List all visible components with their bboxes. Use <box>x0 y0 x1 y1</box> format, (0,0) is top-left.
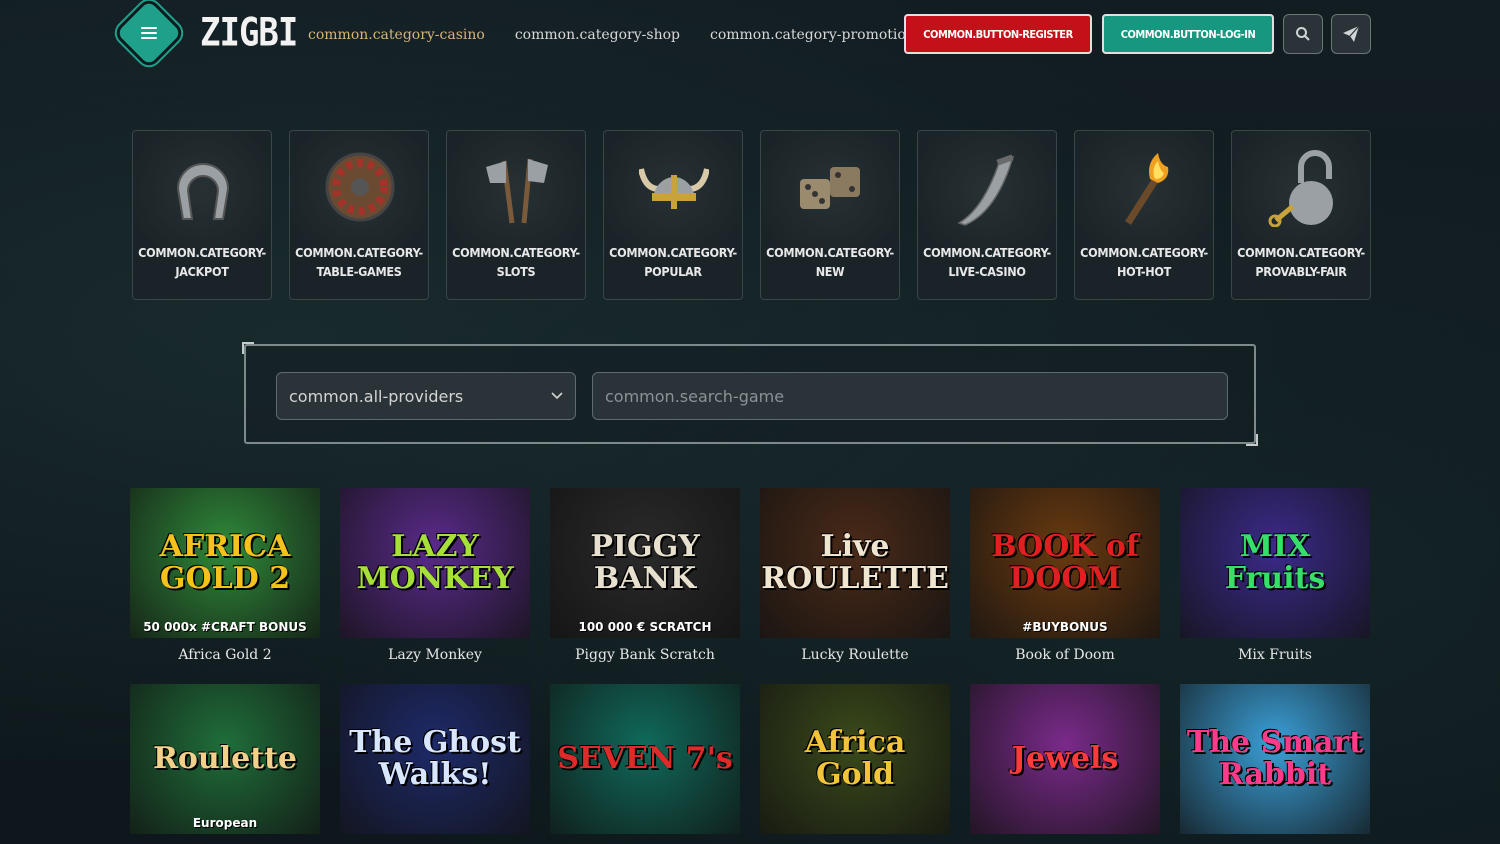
register-button[interactable]: COMMON.BUTTON-REGISTER <box>904 14 1092 54</box>
game-name[interactable]: Africa Gold 2 <box>130 647 320 663</box>
game-thumbnail[interactable]: LAZY MONKEY <box>340 488 530 638</box>
padlock-icon <box>1268 150 1333 227</box>
search-icon <box>1296 27 1310 41</box>
category-label: COMMON.CATEGORY-JACKPOT <box>138 245 266 279</box>
game-filter-panel: common.all-providers <box>242 342 1258 446</box>
provider-select-value: common.all-providers <box>289 386 464 406</box>
game-name[interactable]: Mix Fruits <box>1180 647 1370 663</box>
category-label: COMMON.CATEGORY-HOT-HOT <box>1080 245 1208 279</box>
game-tile[interactable]: Africa Gold <box>760 684 950 844</box>
game-tile[interactable]: PIGGY BANK 100 000 € SCRATCH Piggy Bank Sc… <box>550 488 740 684</box>
paper-plane-icon <box>1343 25 1360 42</box>
category-label: COMMON.CATEGORY-LIVE-CASINO <box>923 245 1051 279</box>
game-art-title: SEVEN 7's <box>557 741 733 776</box>
game-tile[interactable]: BOOK of DOOM #BUYBONUS Book of Doom <box>970 488 1160 684</box>
category-label: COMMON.CATEGORY-SLOTS <box>452 245 580 279</box>
game-grid: AFRICA GOLD 2 50 000x #CRAFT BONUS Africa … <box>130 488 1370 844</box>
chevron-down-icon <box>551 392 563 400</box>
game-thumbnail[interactable]: SEVEN 7's <box>550 684 740 834</box>
horseshoe-icon <box>176 163 230 220</box>
category-label: COMMON.CATEGORY-NEW <box>766 245 894 279</box>
category-list: COMMON.CATEGORY-JACKPOT COMMON.CATEGORY-… <box>132 130 1371 300</box>
game-thumbnail[interactable]: Live ROULETTE <box>760 488 950 638</box>
game-thumbnail[interactable]: The Ghost Walks! <box>340 684 530 834</box>
game-art-title: Jewels <box>1011 741 1119 776</box>
game-art-title: BOOK of DOOM <box>991 529 1139 596</box>
game-tile[interactable]: The Ghost Walks! <box>340 684 530 844</box>
nav-shop[interactable]: common.category-shop <box>515 27 680 43</box>
category-hot-hot[interactable]: COMMON.CATEGORY-HOT-HOT <box>1074 130 1214 300</box>
search-button[interactable] <box>1283 14 1323 54</box>
category-jackpot[interactable]: COMMON.CATEGORY-JACKPOT <box>132 130 272 300</box>
game-tile[interactable]: Live ROULETTE Lucky Roulette <box>760 488 950 684</box>
nav-promotions[interactable]: common.category-promotions <box>710 27 922 43</box>
game-art-subtitle: #BUYBONUS <box>1022 620 1108 634</box>
logo: ZIGBI <box>200 10 298 56</box>
provider-select[interactable]: common.all-providers <box>276 372 576 420</box>
category-table-games[interactable]: COMMON.CATEGORY-TABLE-GAMES <box>289 130 429 300</box>
category-provably-fair[interactable]: COMMON.CATEGORY-PROVABLY-FAIR <box>1231 130 1371 300</box>
game-tile[interactable]: AFRICA GOLD 2 50 000x #CRAFT BONUS Africa … <box>130 488 320 684</box>
dice-icon <box>800 167 860 209</box>
game-name[interactable]: Lazy Monkey <box>340 647 530 663</box>
category-label: COMMON.CATEGORY-POPULAR <box>609 245 737 279</box>
shield-icon <box>325 152 395 222</box>
viking-helmet-icon <box>639 168 709 209</box>
game-art-title: The Ghost Walks! <box>349 725 521 792</box>
game-thumbnail[interactable]: The Smart Rabbit <box>1180 684 1370 834</box>
game-thumbnail[interactable]: AFRICA GOLD 2 50 000x #CRAFT BONUS <box>130 488 320 638</box>
main-nav: common.category-casino common.category-s… <box>308 27 922 43</box>
game-art-title: The Smart Rabbit <box>1186 725 1364 792</box>
game-art-title: Live ROULETTE <box>761 529 949 596</box>
game-art-title: MIX Fruits <box>1224 529 1326 596</box>
top-bar: ZIGBI common.category-casino common.cate… <box>0 0 1500 68</box>
game-tile[interactable]: SEVEN 7's <box>550 684 740 844</box>
game-thumbnail[interactable]: Jewels <box>970 684 1160 834</box>
horn-icon <box>957 154 1015 226</box>
game-art-subtitle: European <box>192 816 258 830</box>
game-art-title: Roulette <box>152 741 298 776</box>
game-thumbnail[interactable]: BOOK of DOOM #BUYBONUS <box>970 488 1160 638</box>
game-thumbnail[interactable]: PIGGY BANK 100 000 € SCRATCH <box>550 488 740 638</box>
game-art-subtitle: 100 000 € SCRATCH <box>578 620 712 634</box>
game-name[interactable]: Piggy Bank Scratch <box>550 647 740 663</box>
game-tile[interactable]: MIX Fruits Mix Fruits <box>1180 488 1370 684</box>
category-slots[interactable]: COMMON.CATEGORY-SLOTS <box>446 130 586 300</box>
game-art-title: PIGGY BANK <box>590 529 700 596</box>
game-tile[interactable]: LAZY MONKEY Lazy Monkey <box>340 488 530 684</box>
category-label: COMMON.CATEGORY-TABLE-GAMES <box>295 245 423 279</box>
category-label: COMMON.CATEGORY-PROVABLY-FAIR <box>1237 245 1365 279</box>
category-new[interactable]: COMMON.CATEGORY-NEW <box>760 130 900 300</box>
login-button[interactable]: COMMON.BUTTON-LOG-IN <box>1102 14 1274 54</box>
nav-casino[interactable]: common.category-casino <box>308 27 485 43</box>
category-popular[interactable]: COMMON.CATEGORY-POPULAR <box>603 130 743 300</box>
search-game-input[interactable] <box>592 372 1228 420</box>
axes-icon <box>486 158 548 224</box>
game-art-title: Africa Gold <box>804 725 906 792</box>
game-tile[interactable]: Roulette European <box>130 684 320 844</box>
game-thumbnail[interactable]: MIX Fruits <box>1180 488 1370 638</box>
game-thumbnail[interactable]: Africa Gold <box>760 684 950 834</box>
game-tile[interactable]: The Smart Rabbit <box>1180 684 1370 844</box>
game-thumbnail[interactable]: Roulette European <box>130 684 320 834</box>
telegram-button[interactable] <box>1331 14 1371 54</box>
game-name[interactable]: Lucky Roulette <box>760 647 950 663</box>
game-tile[interactable]: Jewels <box>970 684 1160 844</box>
game-art-title: LAZY MONKEY <box>356 529 514 596</box>
game-art-title: AFRICA GOLD 2 <box>159 529 291 596</box>
category-live-casino[interactable]: COMMON.CATEGORY-LIVE-CASINO <box>917 130 1057 300</box>
torch-icon <box>1125 153 1169 225</box>
game-art-subtitle: 50 000x #CRAFT BONUS <box>143 620 307 634</box>
hamburger-icon <box>141 27 157 39</box>
game-name[interactable]: Book of Doom <box>970 647 1160 663</box>
